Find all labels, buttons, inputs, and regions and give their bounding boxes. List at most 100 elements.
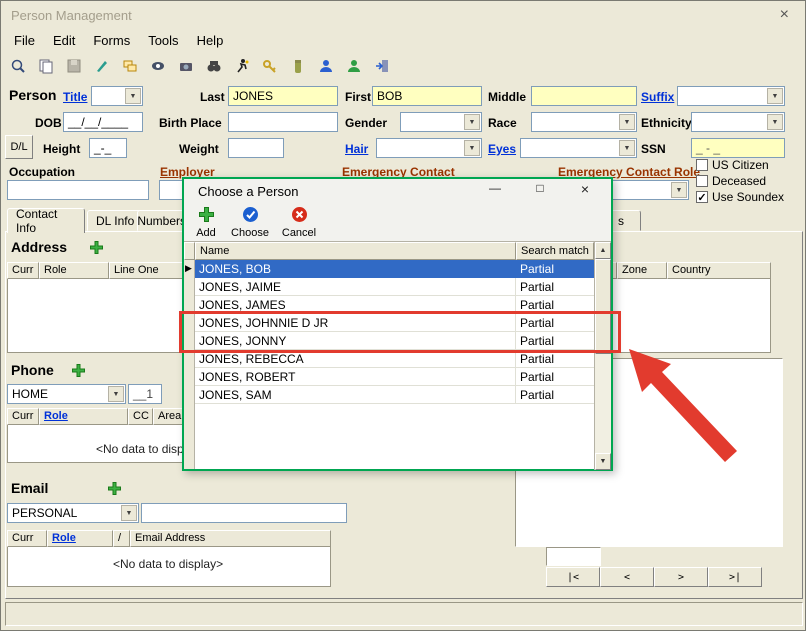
birth-place-label: Birth Place <box>159 116 222 130</box>
person-row[interactable]: JONES, ROBERTPartial <box>195 368 594 386</box>
suffix-select[interactable] <box>677 86 785 106</box>
address-header-role[interactable]: Role <box>39 262 109 279</box>
person-row[interactable]: JONES, JAIMEPartial <box>195 278 594 296</box>
checkbox-box[interactable] <box>696 175 708 187</box>
email-header-curr[interactable]: Curr <box>7 530 47 547</box>
gender-select[interactable] <box>400 112 482 132</box>
person-management-window: Person Management × File Edit Forms Tool… <box>0 0 806 631</box>
nav-next-button[interactable]: > <box>654 567 708 587</box>
email-address-field[interactable] <box>141 503 347 523</box>
weight-field[interactable] <box>228 138 284 158</box>
title-link[interactable]: Title <box>63 90 87 104</box>
occupation-field[interactable] <box>7 180 149 200</box>
save-icon[interactable] <box>63 55 85 77</box>
phone-type-select[interactable]: HOME <box>7 384 126 404</box>
cancel-x-icon <box>291 214 308 226</box>
eyes-select[interactable] <box>520 138 637 158</box>
tab-dl-info[interactable]: DL Info <box>87 210 143 231</box>
ethnicity-select[interactable] <box>691 112 785 132</box>
search-icon[interactable] <box>7 55 29 77</box>
chevron-down-icon[interactable] <box>671 182 687 198</box>
checkbox-box[interactable] <box>696 159 708 171</box>
email-type-select[interactable]: PERSONAL <box>7 503 139 523</box>
scroll-up-button[interactable]: ▲ <box>595 242 611 259</box>
ssn-field[interactable]: _ - _ <box>691 138 785 158</box>
choose-button[interactable]: Choose <box>226 206 274 239</box>
key-icon[interactable] <box>259 55 281 77</box>
add-phone-icon[interactable] <box>71 363 86 381</box>
copy-icon[interactable] <box>35 55 57 77</box>
chevron-down-icon[interactable] <box>464 140 480 156</box>
menu-forms[interactable]: Forms <box>84 31 139 51</box>
choose-check-icon <box>242 214 259 226</box>
height-field[interactable]: _-_ <box>89 138 127 158</box>
person-add-blue-icon[interactable] <box>315 55 337 77</box>
sign-icon[interactable] <box>91 55 113 77</box>
folders-icon[interactable] <box>119 55 141 77</box>
suffix-link[interactable]: Suffix <box>641 90 674 104</box>
chevron-down-icon[interactable] <box>464 114 480 130</box>
us-citizen-checkbox[interactable]: US Citizen <box>696 158 769 172</box>
email-header-role[interactable]: Role <box>47 530 113 547</box>
phone-header-role[interactable]: Role <box>39 408 128 425</box>
middle-name-field[interactable] <box>531 86 637 106</box>
add-email-icon[interactable] <box>107 481 122 499</box>
middle-label: Middle <box>488 90 526 104</box>
chevron-down-icon[interactable] <box>767 114 783 130</box>
ssn-label: SSN <box>641 142 666 156</box>
first-name-field[interactable]: BOB <box>372 86 482 106</box>
menu-edit[interactable]: Edit <box>44 31 84 51</box>
dialog-minimize-button[interactable]: — <box>480 181 510 201</box>
person-row[interactable]: JONES, BOBPartial <box>195 260 594 278</box>
menu-tools[interactable]: Tools <box>139 31 187 51</box>
chevron-down-icon[interactable] <box>121 505 137 521</box>
eyes-link[interactable]: Eyes <box>488 142 516 156</box>
last-name-field[interactable]: JONES <box>228 86 338 106</box>
chevron-down-icon[interactable] <box>619 114 635 130</box>
view-icon[interactable] <box>147 55 169 77</box>
add-button[interactable]: Add <box>186 206 226 239</box>
race-select[interactable] <box>531 112 637 132</box>
binoculars-icon[interactable] <box>203 55 225 77</box>
dialog-maximize-button[interactable]: □ <box>525 181 555 201</box>
flask-icon[interactable] <box>287 55 309 77</box>
chevron-down-icon[interactable] <box>125 88 141 104</box>
address-header-curr[interactable]: Curr <box>7 262 39 279</box>
cancel-button[interactable]: Cancel <box>276 206 322 239</box>
menu-file[interactable]: File <box>5 31 44 51</box>
email-header-sort[interactable]: / <box>113 530 130 547</box>
menu-help[interactable]: Help <box>188 31 233 51</box>
chevron-down-icon[interactable] <box>619 140 635 156</box>
checkbox-box[interactable] <box>696 191 708 203</box>
address-header-country[interactable]: Country <box>667 262 771 279</box>
chevron-down-icon[interactable] <box>108 386 124 402</box>
chevron-down-icon[interactable] <box>767 88 783 104</box>
use-soundex-checkbox[interactable]: Use Soundex <box>696 190 784 204</box>
address-header-zone[interactable]: Zone <box>617 262 667 279</box>
dob-field[interactable]: __/__/____ <box>63 112 143 132</box>
person-add-green-icon[interactable] <box>343 55 365 77</box>
add-address-icon[interactable] <box>89 240 104 258</box>
phone-header-curr[interactable]: Curr <box>7 408 39 425</box>
title-select[interactable] <box>91 86 143 106</box>
tab-contact-info[interactable]: Contact Info <box>7 208 85 233</box>
email-header-address[interactable]: Email Address <box>130 530 331 547</box>
window-close-button[interactable]: × <box>780 6 789 24</box>
nav-last-button[interactable]: >| <box>708 567 762 587</box>
runner-icon[interactable] <box>231 55 253 77</box>
exit-icon[interactable] <box>371 55 393 77</box>
deceased-checkbox[interactable]: Deceased <box>696 174 766 188</box>
phone-code-field[interactable]: __1 <box>128 384 162 404</box>
nav-first-button[interactable]: |< <box>546 567 600 587</box>
dl-button[interactable]: D/L <box>5 135 33 159</box>
hair-select[interactable] <box>376 138 482 158</box>
phone-header-cc[interactable]: CC <box>128 408 153 425</box>
grid-header-match[interactable]: Search match <box>516 242 594 260</box>
person-row[interactable]: JONES, SAMPartial <box>195 386 594 404</box>
birth-place-field[interactable] <box>228 112 338 132</box>
grid-header-name[interactable]: Name <box>195 242 516 260</box>
hair-link[interactable]: Hair <box>345 142 368 156</box>
camera-icon[interactable] <box>175 55 197 77</box>
nav-prev-button[interactable]: < <box>600 567 654 587</box>
dialog-close-button[interactable]: × <box>570 181 600 201</box>
